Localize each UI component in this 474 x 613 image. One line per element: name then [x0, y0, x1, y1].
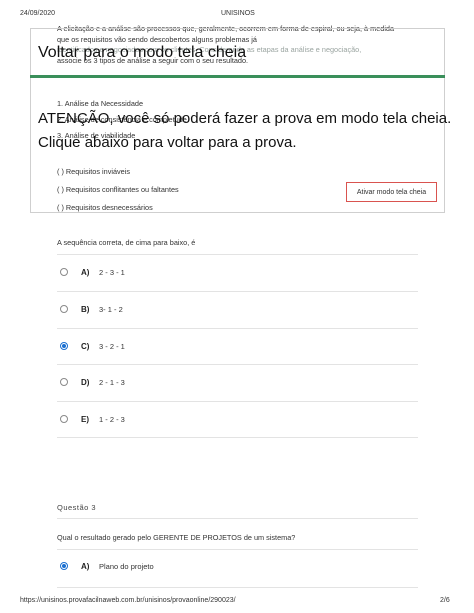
radio-button[interactable]: [60, 415, 68, 423]
overlay-accent-bar: [30, 75, 445, 78]
option-value: 2 - 1 - 3: [99, 377, 125, 387]
option-value: 3 - 2 - 1: [99, 341, 125, 351]
question3-option-a[interactable]: A) Plano do projeto: [60, 558, 360, 574]
radio-button[interactable]: [60, 268, 68, 276]
option-value: 3- 1 - 2: [99, 304, 123, 314]
radio-button[interactable]: [60, 378, 68, 386]
option-letter: D): [81, 377, 90, 387]
radio-button-selected[interactable]: [60, 562, 68, 570]
option-letter: B): [81, 304, 90, 314]
radio-button[interactable]: [60, 305, 68, 313]
divider: [57, 401, 418, 402]
option-value: Plano do projeto: [99, 561, 154, 571]
option-a[interactable]: A) 2 - 3 - 1: [60, 264, 360, 280]
overlay-title: Voltar para o modo tela cheia: [38, 44, 247, 61]
divider: [57, 291, 418, 292]
option-c[interactable]: C) 3 - 2 - 1: [60, 338, 360, 354]
option-letter: C): [81, 341, 90, 351]
divider: [57, 587, 418, 588]
radio-button-selected[interactable]: [60, 342, 68, 350]
divider: [57, 437, 418, 438]
print-url: https://unisinos.provafacilnaweb.com.br/…: [20, 597, 236, 604]
result-item-3: ( ) Requisitos desnecessários: [57, 203, 153, 212]
divider: [57, 518, 418, 519]
question3-label: Questão 3: [57, 503, 97, 512]
divider: [57, 254, 418, 255]
option-letter: A): [81, 561, 90, 571]
option-d[interactable]: D) 2 - 1 - 3: [60, 374, 360, 390]
print-date: 24/09/2020: [20, 10, 56, 17]
result-item-2: ( ) Requisitos conflitantes ou faltantes: [57, 185, 179, 194]
print-title: UNISINOS: [221, 10, 255, 17]
print-page-number: 2/6: [440, 597, 450, 604]
overlay-instruction: Clique abaixo para voltar para a prova.: [38, 134, 297, 151]
option-b[interactable]: B) 3- 1 - 2: [60, 301, 360, 317]
question3-prompt: Qual o resultado gerado pelo GERENTE DE …: [57, 533, 296, 542]
option-e[interactable]: E) 1 - 2 - 3: [60, 411, 360, 427]
divider: [57, 328, 418, 329]
overlay-warning: ATENÇÃO, você só poderá fazer a prova em…: [38, 110, 452, 127]
question2-prompt: A sequência correta, de cima para baixo,…: [57, 238, 196, 247]
analysis-type-1: 1. Análise da Necessidade: [57, 99, 143, 108]
activate-fullscreen-button[interactable]: Ativar modo tela cheia: [346, 182, 437, 202]
divider: [57, 549, 418, 550]
option-value: 2 - 3 - 1: [99, 267, 125, 277]
divider: [57, 364, 418, 365]
option-value: 1 - 2 - 3: [99, 414, 125, 424]
option-letter: E): [81, 414, 89, 424]
result-item-1: ( ) Requisitos inviáveis: [57, 167, 130, 176]
option-letter: A): [81, 267, 90, 277]
